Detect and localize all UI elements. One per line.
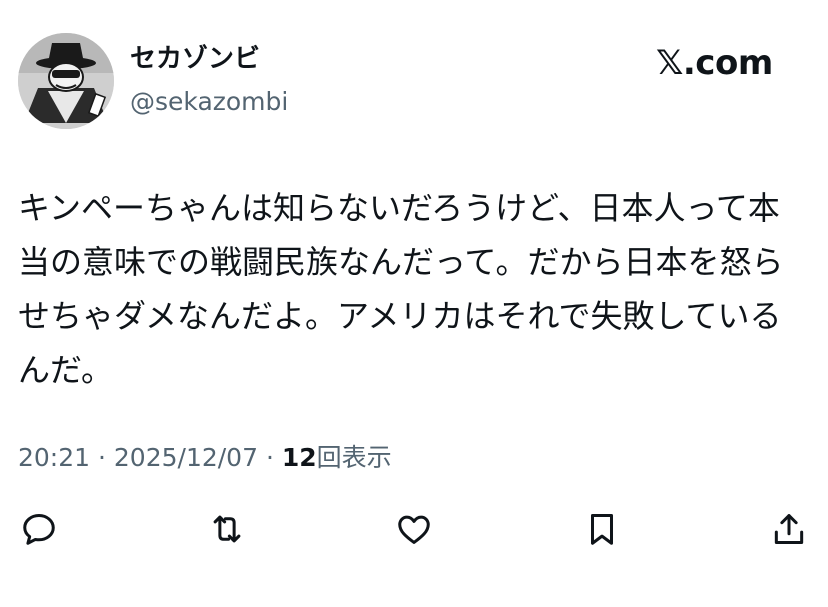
tweet-meta: 20:21 · 2025/12/07 · 12回表示	[18, 442, 392, 474]
like-button[interactable]	[395, 510, 433, 548]
tweet-text: キンペーちゃんは知らないだろうけど、日本人って本当の意味での戦闘民族なんだって。…	[18, 189, 784, 389]
display-name[interactable]: セカゾンビ	[130, 42, 260, 76]
views-count: 12	[281, 443, 317, 472]
views-label: 回表示	[316, 443, 392, 472]
meta-separator: ·	[265, 443, 274, 472]
x-com-logo: 𝕏.com	[656, 43, 773, 83]
retweet-button[interactable]	[208, 510, 246, 548]
tweet-time[interactable]: 20:21	[18, 443, 90, 472]
retweet-icon	[213, 515, 241, 543]
reply-button[interactable]	[20, 510, 58, 548]
avatar-image	[18, 33, 114, 129]
share-icon	[774, 514, 804, 544]
bookmark-icon	[590, 514, 614, 545]
avatar[interactable]	[18, 33, 114, 129]
tweet-date[interactable]: 2025/12/07	[114, 443, 258, 472]
user-handle[interactable]: @sekazombi	[130, 86, 288, 118]
share-button[interactable]	[770, 510, 808, 548]
reply-icon	[23, 514, 55, 545]
like-icon	[398, 515, 430, 544]
bookmark-button[interactable]	[583, 510, 621, 548]
meta-separator: ·	[98, 443, 106, 472]
